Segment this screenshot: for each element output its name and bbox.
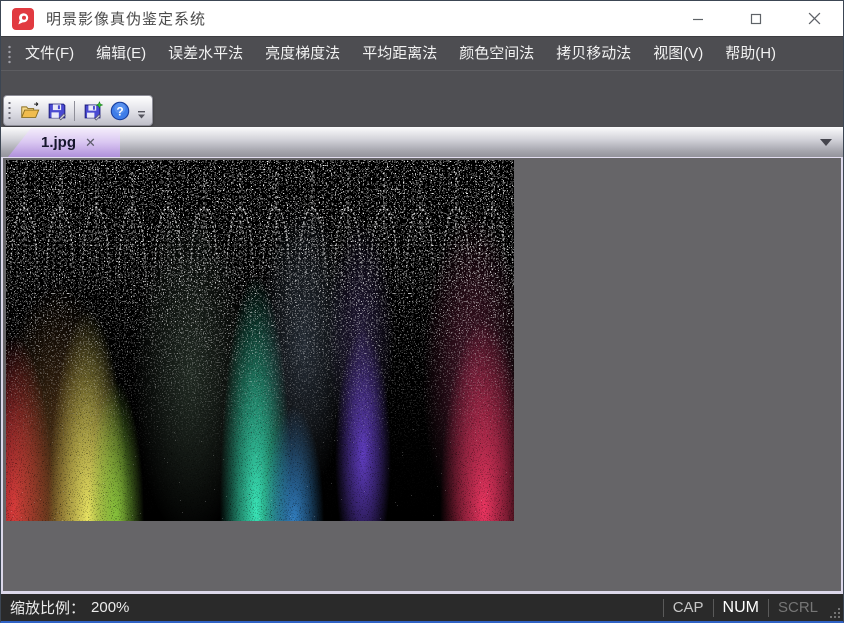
keyboard-indicators: CAPNUMSCRL [663, 594, 827, 621]
tab-1jpg[interactable]: 1.jpg ✕ [8, 128, 120, 157]
toolbar-save-as-button[interactable] [79, 97, 106, 124]
maximize-icon [750, 13, 762, 25]
menu-item-help[interactable]: 帮助(H) [714, 45, 787, 62]
menu-item-copy-move-method[interactable]: 拷贝移动法 [545, 45, 642, 62]
folder-open-icon [19, 100, 41, 122]
indicator-scrl: SCRL [768, 599, 827, 617]
tab-close-icon[interactable]: ✕ [85, 136, 96, 149]
resize-grip[interactable] [827, 594, 843, 621]
zoom-ratio-label: 缩放比例： [10, 597, 85, 618]
minimize-icon [692, 13, 704, 25]
toolbar-strip: ? [1, 70, 843, 127]
close-icon [808, 12, 821, 25]
help-icon: ? [109, 100, 131, 122]
menu-bar: 文件(F)编辑(E)误差水平法亮度梯度法平均距离法颜色空间法拷贝移动法视图(V)… [1, 36, 843, 70]
toolbar-help-button[interactable]: ? [106, 97, 133, 124]
close-button[interactable] [785, 1, 843, 36]
toolbar-buttons: ? [16, 97, 133, 124]
zoom-ratio-value: 200% [91, 599, 129, 616]
indicator-cap: CAP [663, 599, 713, 617]
maximize-button[interactable] [727, 1, 785, 36]
resize-grip-icon [829, 607, 841, 619]
chat-bubble-icon [15, 11, 31, 27]
window-controls [669, 1, 843, 36]
ela-spray-visualization [6, 160, 514, 521]
tab-bar: 1.jpg ✕ [1, 127, 843, 157]
image-canvas[interactable] [1, 157, 843, 594]
menu-item-edit[interactable]: 编辑(E) [85, 45, 157, 62]
toolbar-save-button[interactable] [43, 97, 70, 124]
toolbar-grip[interactable] [6, 101, 13, 121]
viewer-image [6, 160, 514, 521]
menu-items: 文件(F)编辑(E)误差水平法亮度梯度法平均距离法颜色空间法拷贝移动法视图(V)… [14, 37, 787, 71]
indicator-num: NUM [713, 599, 768, 617]
menu-grip[interactable] [5, 44, 14, 64]
tab-list-dropdown-icon[interactable] [820, 139, 832, 146]
save-as-icon [82, 100, 104, 122]
save-icon [46, 100, 68, 122]
app-icon [12, 8, 34, 30]
tab-label: 1.jpg [41, 134, 76, 151]
menu-item-color-space-method[interactable]: 颜色空间法 [448, 45, 545, 62]
status-bar: 缩放比例： 200% CAPNUMSCRL [1, 594, 843, 621]
toolbar-overflow-button[interactable] [135, 97, 148, 124]
app-window: 明景影像真伪鉴定系统 文件(F)编辑(E)误差水平法亮度梯度法平均距离法颜色空间… [0, 0, 844, 623]
toolbar: ? [3, 95, 153, 126]
svg-text:?: ? [116, 104, 123, 118]
toolbar-separator [74, 101, 75, 121]
minimize-button[interactable] [669, 1, 727, 36]
menu-item-file[interactable]: 文件(F) [14, 45, 85, 62]
chevron-down-icon [137, 110, 146, 120]
window-title: 明景影像真伪鉴定系统 [46, 8, 206, 29]
menu-item-average-distance-method[interactable]: 平均距离法 [351, 45, 448, 62]
title-bar: 明景影像真伪鉴定系统 [1, 1, 843, 36]
toolbar-open-button[interactable] [16, 97, 43, 124]
menu-item-luminance-gradient-method[interactable]: 亮度梯度法 [254, 45, 351, 62]
menu-item-view[interactable]: 视图(V) [642, 45, 714, 62]
menu-item-error-level-method[interactable]: 误差水平法 [157, 45, 254, 62]
